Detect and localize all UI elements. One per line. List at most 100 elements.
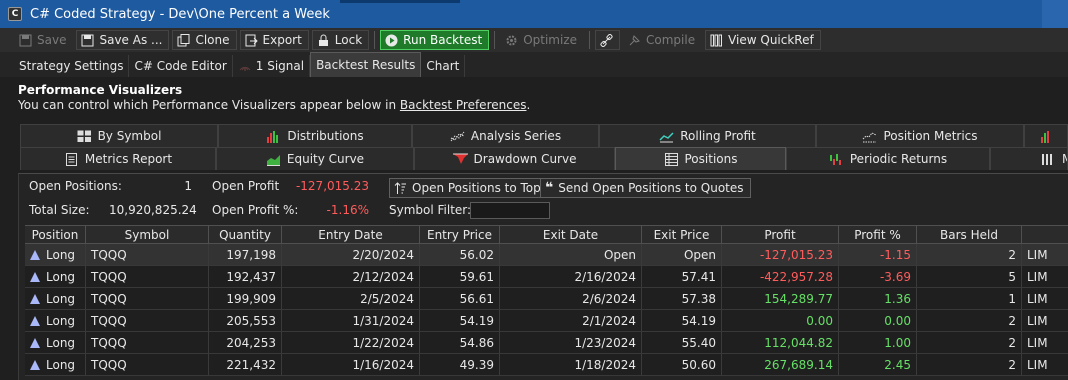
cell-exit-price: 57.41 <box>642 266 722 287</box>
open-positions-label: Open Positions: <box>29 179 122 193</box>
cell-position: Long <box>25 332 86 353</box>
col-header-quantity[interactable]: Quantity <box>209 226 282 243</box>
col-header-entry-date[interactable]: Entry Date <box>282 226 420 243</box>
col-header-profit[interactable]: Profit <box>722 226 839 243</box>
toolbar-separator <box>494 31 496 49</box>
vtab-periodic-returns[interactable]: Periodic Returns <box>786 147 990 170</box>
cell-text: 1 <box>1008 291 1016 306</box>
visualizer-tabs-row-1: By Symbol Distributions Analysis Series … <box>20 124 1068 147</box>
vtab-distributions[interactable]: Distributions <box>218 124 412 147</box>
vtab-metrics-report-label: Metrics Report <box>84 152 173 166</box>
cell-text: 55.40 <box>681 335 716 350</box>
cell-symbol: TQQQ <box>86 266 209 287</box>
tab-code-editor[interactable]: C# Code Editor <box>129 55 233 77</box>
cell-order-type: LIM <box>1022 332 1068 353</box>
vtab-equity-curve[interactable]: Equity Curve <box>216 147 414 170</box>
cell-text: 112,044.82 <box>764 335 833 350</box>
link-button[interactable] <box>595 30 620 50</box>
save-button[interactable]: Save <box>14 30 73 50</box>
vtab-overflow[interactable] <box>1024 124 1068 147</box>
cell-text: -422,957.28 <box>759 269 833 284</box>
open-profit-pct-value: -1.16% <box>326 203 369 217</box>
sort-icon <box>394 181 407 195</box>
symbol-filter-input[interactable] <box>470 202 550 219</box>
window-control-button[interactable] <box>1042 0 1068 28</box>
col-header-order-type[interactable] <box>1022 226 1068 243</box>
rolling-profit-icon <box>659 130 674 143</box>
col-header-profit-pct[interactable]: Profit % <box>839 226 917 243</box>
vtab-metrics-report[interactable]: Metrics Report <box>20 147 216 170</box>
col-header-bars-held[interactable]: Bars Held <box>917 226 1022 243</box>
table-row[interactable]: Long TQQQ 197,198 2/20/2024 56.02 Open Open -12… <box>25 244 1068 266</box>
tab-strategy-settings[interactable]: Strategy Settings <box>14 55 130 77</box>
cell-text: 2/20/2024 <box>352 247 414 262</box>
cell-profit: 267,689.14 <box>722 354 839 375</box>
col-header-symbol[interactable]: Symbol <box>86 226 209 243</box>
performance-visualizers-title: Performance Visualizers <box>18 83 183 97</box>
save-as-icon <box>81 34 94 47</box>
backtest-preferences-link[interactable]: Backtest Preferences <box>400 98 527 112</box>
toolbar-separator <box>374 31 376 49</box>
cell-order-type: LIM <box>1022 310 1068 331</box>
cell-text: 205,553 <box>226 313 276 328</box>
table-row[interactable]: Long TQQQ 221,432 1/16/2024 49.39 1/18/2024 50… <box>25 354 1068 376</box>
save-as-button[interactable]: Save As ... <box>76 30 170 50</box>
col-header-position[interactable]: Position <box>25 226 86 243</box>
table-row[interactable]: Long TQQQ 199,909 2/5/2024 56.61 2/6/2024 57.3… <box>25 288 1068 310</box>
vtab-rolling-profit[interactable]: Rolling Profit <box>599 124 816 147</box>
cell-exit-date: 1/18/2024 <box>500 354 642 375</box>
tab-backtest-results[interactable]: Backtest Results <box>310 52 422 77</box>
table-row[interactable]: Long TQQQ 192,437 2/12/2024 59.61 2/16/2024 57… <box>25 266 1068 288</box>
col-header-exit-price[interactable]: Exit Price <box>642 226 722 243</box>
export-button[interactable]: Export <box>239 30 309 50</box>
cell-entry-date: 1/16/2024 <box>282 354 420 375</box>
vtab-analysis-series-label: Analysis Series <box>470 129 562 143</box>
title-bar-strip <box>340 0 460 3</box>
clone-button[interactable]: Clone <box>172 30 237 50</box>
vtab-positions[interactable]: Positions <box>615 147 786 170</box>
cell-text: Long <box>46 313 76 328</box>
vtab-equity-curve-label: Equity Curve <box>286 152 365 166</box>
cell-text: 56.61 <box>459 291 494 306</box>
send-open-positions-button[interactable]: ❝ Send Open Positions to Quotes <box>540 178 751 198</box>
vtab-position-metrics[interactable]: Position Metrics <box>816 124 1024 147</box>
grid-body: Long TQQQ 197,198 2/20/2024 56.02 Open Open -12… <box>25 244 1068 376</box>
cell-text: 2/5/2024 <box>360 291 414 306</box>
view-quickref-button[interactable]: View QuickRef <box>705 30 821 50</box>
clone-icon <box>177 33 190 47</box>
total-size-value: 10,920,825.24 <box>109 203 197 217</box>
bars-icon <box>1041 153 1056 166</box>
vtab-drawdown-curve-label: Drawdown Curve <box>473 152 577 166</box>
vtab-analysis-series[interactable]: Analysis Series <box>412 124 599 147</box>
vtab-overflow-2[interactable]: M <box>990 147 1068 170</box>
long-arrow-icon <box>30 359 40 370</box>
tab-signal[interactable]: 1 Signal <box>233 55 311 77</box>
tab-chart[interactable]: Chart <box>421 55 466 77</box>
lock-button[interactable]: Lock <box>311 30 370 50</box>
cell-entry-price: 54.19 <box>420 310 500 331</box>
run-backtest-button[interactable]: Run Backtest <box>380 30 490 50</box>
cell-text: TQQQ <box>91 291 127 306</box>
cell-entry-price: 56.02 <box>420 244 500 265</box>
vtab-positions-label: Positions <box>684 152 738 166</box>
cell-bars-held: 2 <box>917 354 1022 375</box>
open-positions-to-top-button[interactable]: Open Positions to Top <box>389 178 548 198</box>
compile-button[interactable]: Compile <box>623 30 702 50</box>
cell-text: 204,253 <box>226 335 276 350</box>
vtab-drawdown-curve[interactable]: Drawdown Curve <box>414 147 615 170</box>
cell-entry-price: 49.39 <box>420 354 500 375</box>
cell-quantity: 204,253 <box>209 332 282 353</box>
save-as-label: Save As ... <box>99 33 163 47</box>
backtest-results-content: Performance Visualizers You can control … <box>0 77 1068 380</box>
vtab-by-symbol[interactable]: By Symbol <box>20 124 218 147</box>
cell-text: LIM <box>1027 247 1048 262</box>
col-header-exit-date[interactable]: Exit Date <box>500 226 642 243</box>
cell-text: 1/16/2024 <box>352 357 414 372</box>
table-row[interactable]: Long TQQQ 204,253 1/22/2024 54.86 1/23/2024 55… <box>25 332 1068 354</box>
table-row[interactable]: Long TQQQ 205,553 1/31/2024 54.19 2/1/2024 54.… <box>25 310 1068 332</box>
optimize-button[interactable]: Optimize <box>500 30 584 50</box>
cell-exit-price: 54.19 <box>642 310 722 331</box>
position-metrics-icon <box>862 130 877 143</box>
col-header-entry-price[interactable]: Entry Price <box>420 226 500 243</box>
cell-profit: -422,957.28 <box>722 266 839 287</box>
